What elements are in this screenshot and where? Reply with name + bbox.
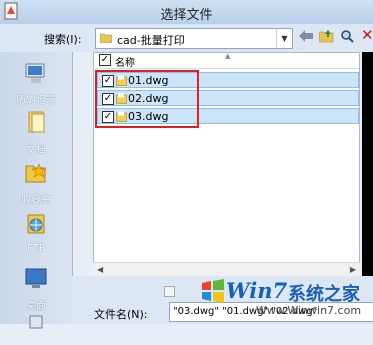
place-desktop[interactable]: 桌面 [0, 266, 72, 312]
watermark-brand: Win7 [226, 278, 288, 303]
chevron-down-icon[interactable]: ▼ [276, 29, 292, 48]
watermark-url: Www.Winwin7.com [256, 304, 362, 317]
back-arrow-icon[interactable] [297, 29, 315, 47]
place-documents[interactable]: 文档 [0, 110, 72, 156]
search-icon[interactable] [338, 29, 356, 47]
scroll-right-icon[interactable]: ▶ [350, 265, 356, 274]
place-ftp-label: FTP [27, 243, 45, 254]
list-header: ✓ 名称 ▲ [94, 52, 359, 69]
place-desktop-label: 桌面 [26, 301, 46, 312]
watermark-suffix: 系统之家 [288, 284, 360, 305]
option-checkbox[interactable] [164, 286, 175, 297]
ftp-icon [27, 214, 45, 234]
lookin-value: cad-批量打印 [117, 34, 185, 47]
network-icon [29, 315, 43, 329]
title-bar: 选择文件 [0, 0, 373, 25]
place-more[interactable] [0, 314, 72, 345]
highlight-box [95, 70, 199, 128]
desktop-icon [25, 268, 47, 288]
select-all-checkbox[interactable]: ✓ [99, 54, 111, 66]
watermark: Win7 系统之家 Www.Winwin7.com [198, 274, 373, 322]
windows-logo-icon [202, 279, 224, 303]
delete-icon[interactable]: ✕ [361, 26, 373, 44]
place-history-label: 历史记录 [16, 95, 56, 106]
favorites-icon [25, 163, 47, 183]
place-ftp[interactable]: FTP [0, 212, 72, 254]
up-folder-icon[interactable] [318, 29, 336, 47]
window-title: 选择文件 [160, 8, 213, 23]
place-documents-label: 文档 [26, 145, 46, 156]
places-bar: 历史记录 文档 收藏夹 FTP 桌面 [0, 52, 73, 329]
column-name-header[interactable]: 名称 [115, 54, 135, 69]
documents-icon [28, 111, 45, 133]
lookin-combo[interactable]: cad-批量打印 ▼ [95, 28, 293, 49]
scroll-left-icon[interactable]: ◀ [97, 265, 103, 274]
place-history[interactable]: 历史记录 [0, 60, 72, 106]
preview-pane [362, 52, 373, 276]
history-icon [25, 63, 45, 83]
lookin-label: 搜索(I): [44, 33, 82, 46]
place-favorites-label: 收藏夹 [21, 195, 51, 206]
filename-label: 文件名(N): [94, 308, 148, 321]
sort-up-icon: ▲ [225, 52, 231, 60]
place-favorites[interactable]: 收藏夹 [0, 160, 72, 206]
folder-icon [100, 33, 112, 43]
lookin-bar: 搜索(I): cad-批量打印 ▼ [0, 24, 373, 52]
